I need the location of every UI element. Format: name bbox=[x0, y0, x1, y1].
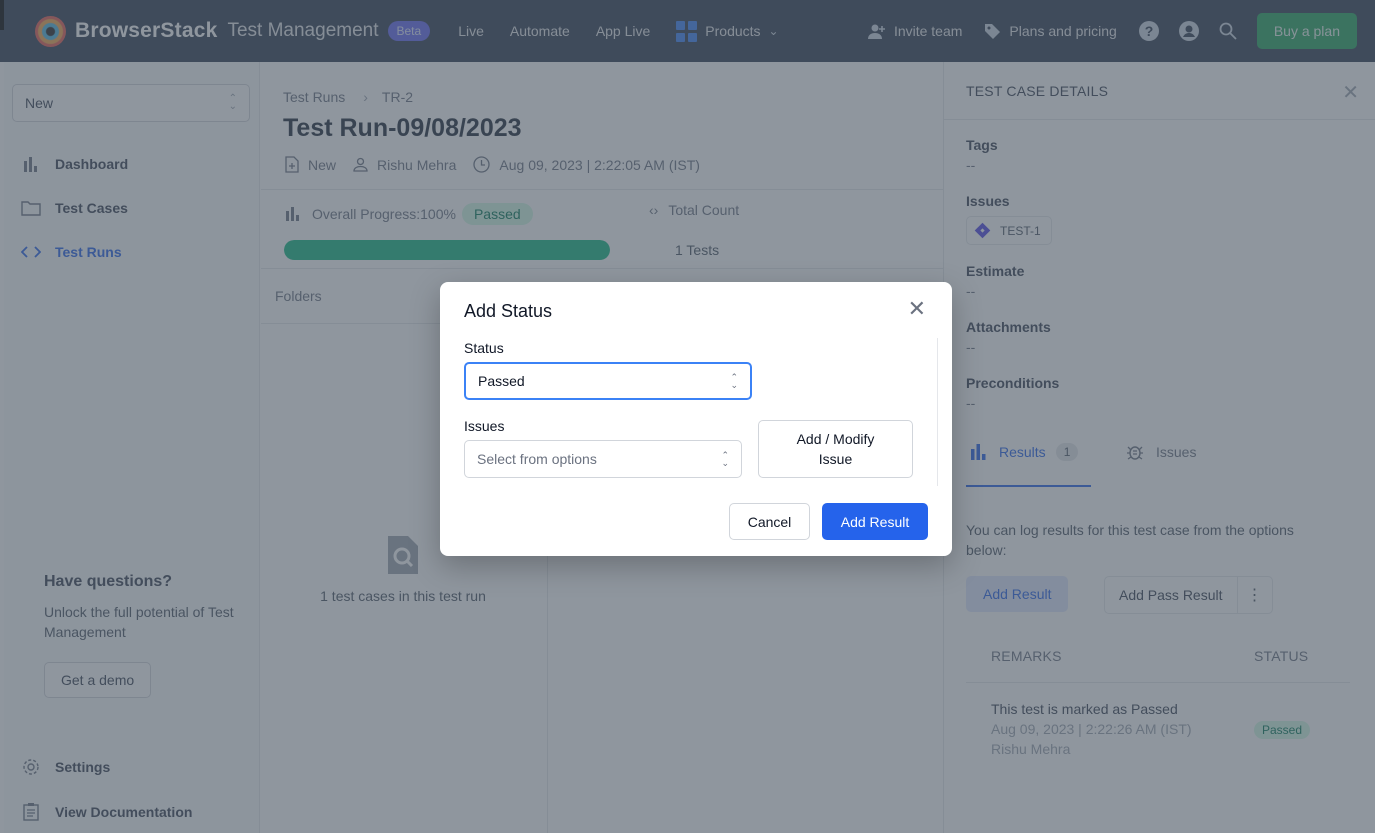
select-arrows-icon: ⌃⌄ bbox=[730, 372, 738, 390]
modal-scrollbar[interactable] bbox=[937, 338, 938, 486]
status-select-value: Passed bbox=[478, 373, 525, 389]
status-select[interactable]: Passed ⌃ ⌄ bbox=[464, 362, 752, 400]
modal-title: Add Status bbox=[464, 301, 553, 321]
add-modify-issue-button[interactable]: Add / Modify Issue bbox=[758, 420, 913, 478]
close-icon[interactable]: ✕ bbox=[908, 298, 926, 320]
issues-select-placeholder: Select from options bbox=[477, 451, 597, 467]
cancel-button[interactable]: Cancel bbox=[729, 503, 810, 540]
status-label: Status bbox=[464, 340, 504, 356]
add-status-modal: Add Status ✕ Status Passed ⌃ ⌄ Issues Sel… bbox=[440, 282, 952, 556]
add-result-submit-button[interactable]: Add Result bbox=[822, 503, 928, 540]
issues-label: Issues bbox=[464, 418, 505, 434]
issues-select[interactable]: Select from options ⌃ ⌄ bbox=[464, 440, 742, 478]
select-arrows-icon: ⌃⌄ bbox=[721, 450, 729, 468]
